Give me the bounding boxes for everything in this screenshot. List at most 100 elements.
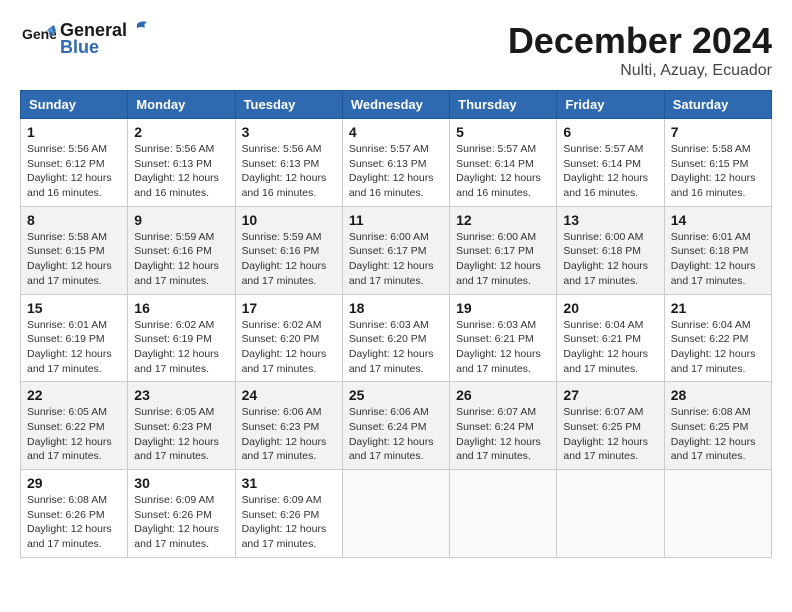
- day-info: Sunrise: 5:57 AM Sunset: 6:14 PM Dayligh…: [563, 142, 657, 201]
- day-number: 13: [563, 212, 657, 228]
- day-number: 25: [349, 387, 443, 403]
- logo-icon: General: [20, 21, 56, 57]
- day-info: Sunrise: 6:01 AM Sunset: 6:18 PM Dayligh…: [671, 230, 765, 289]
- day-number: 5: [456, 124, 550, 140]
- day-number: 8: [27, 212, 121, 228]
- calendar-cell: 10Sunrise: 5:59 AM Sunset: 6:16 PM Dayli…: [235, 206, 342, 294]
- calendar-cell: 29 Sunrise: 6:08 AM Sunset: 6:26 PM Dayli…: [21, 470, 128, 558]
- day-number: 12: [456, 212, 550, 228]
- calendar-cell: 2 Sunrise: 5:56 AM Sunset: 6:13 PM Daylig…: [128, 119, 235, 207]
- calendar-week-row: 29 Sunrise: 6:08 AM Sunset: 6:26 PM Dayli…: [21, 470, 772, 558]
- day-number: 17: [242, 300, 336, 316]
- day-info: Sunrise: 5:58 AM Sunset: 6:15 PM Dayligh…: [671, 142, 765, 201]
- calendar-cell: [557, 470, 664, 558]
- day-number: 28: [671, 387, 765, 403]
- calendar-cell: 16 Sunrise: 6:02 AM Sunset: 6:19 PM Dayli…: [128, 294, 235, 382]
- day-info: Sunrise: 6:00 AM Sunset: 6:17 PM Dayligh…: [349, 230, 443, 289]
- calendar-cell: 6 Sunrise: 5:57 AM Sunset: 6:14 PM Daylig…: [557, 119, 664, 207]
- calendar-header-row: SundayMondayTuesdayWednesdayThursdayFrid…: [21, 91, 772, 119]
- day-info: Sunrise: 6:02 AM Sunset: 6:20 PM Dayligh…: [242, 318, 336, 377]
- page-header: General General Blue December 2024 Nulti…: [20, 20, 772, 80]
- column-header-sunday: Sunday: [21, 91, 128, 119]
- day-number: 6: [563, 124, 657, 140]
- logo: General General Blue: [20, 20, 149, 58]
- day-info: Sunrise: 6:00 AM Sunset: 6:17 PM Dayligh…: [456, 230, 550, 289]
- day-number: 15: [27, 300, 121, 316]
- column-header-wednesday: Wednesday: [342, 91, 449, 119]
- calendar-cell: 21Sunrise: 6:04 AM Sunset: 6:22 PM Dayli…: [664, 294, 771, 382]
- calendar-cell: 15 Sunrise: 6:01 AM Sunset: 6:19 PM Dayli…: [21, 294, 128, 382]
- calendar-cell: 11 Sunrise: 6:00 AM Sunset: 6:17 PM Dayli…: [342, 206, 449, 294]
- calendar-table: SundayMondayTuesdayWednesdayThursdayFrid…: [20, 90, 772, 558]
- day-info: Sunrise: 6:06 AM Sunset: 6:24 PM Dayligh…: [349, 405, 443, 464]
- day-number: 1: [27, 124, 121, 140]
- calendar-cell: 8 Sunrise: 5:58 AM Sunset: 6:15 PM Daylig…: [21, 206, 128, 294]
- location-title: Nulti, Azuay, Ecuador: [508, 62, 772, 80]
- day-info: Sunrise: 5:57 AM Sunset: 6:14 PM Dayligh…: [456, 142, 550, 201]
- calendar-week-row: 22 Sunrise: 6:05 AM Sunset: 6:22 PM Dayli…: [21, 382, 772, 470]
- calendar-cell: 4 Sunrise: 5:57 AM Sunset: 6:13 PM Daylig…: [342, 119, 449, 207]
- calendar-cell: [664, 470, 771, 558]
- day-number: 9: [134, 212, 228, 228]
- day-number: 14: [671, 212, 765, 228]
- day-info: Sunrise: 6:05 AM Sunset: 6:22 PM Dayligh…: [27, 405, 121, 464]
- calendar-cell: 23Sunrise: 6:05 AM Sunset: 6:23 PM Dayli…: [128, 382, 235, 470]
- calendar-cell: 12 Sunrise: 6:00 AM Sunset: 6:17 PM Dayli…: [450, 206, 557, 294]
- day-info: Sunrise: 5:57 AM Sunset: 6:13 PM Dayligh…: [349, 142, 443, 201]
- day-number: 19: [456, 300, 550, 316]
- day-info: Sunrise: 6:07 AM Sunset: 6:25 PM Dayligh…: [563, 405, 657, 464]
- day-number: 30: [134, 475, 228, 491]
- day-info: Sunrise: 6:04 AM Sunset: 6:22 PM Dayligh…: [671, 318, 765, 377]
- calendar-week-row: 15 Sunrise: 6:01 AM Sunset: 6:19 PM Dayli…: [21, 294, 772, 382]
- column-header-friday: Friday: [557, 91, 664, 119]
- calendar-cell: 25 Sunrise: 6:06 AM Sunset: 6:24 PM Dayli…: [342, 382, 449, 470]
- day-info: Sunrise: 5:58 AM Sunset: 6:15 PM Dayligh…: [27, 230, 121, 289]
- calendar-cell: 13 Sunrise: 6:00 AM Sunset: 6:18 PM Dayli…: [557, 206, 664, 294]
- day-number: 7: [671, 124, 765, 140]
- day-number: 2: [134, 124, 228, 140]
- calendar-cell: 3Sunrise: 5:56 AM Sunset: 6:13 PM Daylig…: [235, 119, 342, 207]
- calendar-cell: 30 Sunrise: 6:09 AM Sunset: 6:26 PM Dayli…: [128, 470, 235, 558]
- day-number: 27: [563, 387, 657, 403]
- day-number: 22: [27, 387, 121, 403]
- day-info: Sunrise: 5:56 AM Sunset: 6:13 PM Dayligh…: [134, 142, 228, 201]
- day-info: Sunrise: 6:01 AM Sunset: 6:19 PM Dayligh…: [27, 318, 121, 377]
- day-number: 11: [349, 212, 443, 228]
- calendar-cell: 24Sunrise: 6:06 AM Sunset: 6:23 PM Dayli…: [235, 382, 342, 470]
- day-number: 16: [134, 300, 228, 316]
- calendar-week-row: 1 Sunrise: 5:56 AM Sunset: 6:12 PM Daylig…: [21, 119, 772, 207]
- calendar-cell: 1 Sunrise: 5:56 AM Sunset: 6:12 PM Daylig…: [21, 119, 128, 207]
- day-info: Sunrise: 6:02 AM Sunset: 6:19 PM Dayligh…: [134, 318, 228, 377]
- logo-bird-icon: [129, 20, 149, 36]
- calendar-cell: 28 Sunrise: 6:08 AM Sunset: 6:25 PM Dayli…: [664, 382, 771, 470]
- day-info: Sunrise: 5:59 AM Sunset: 6:16 PM Dayligh…: [134, 230, 228, 289]
- calendar-cell: 7 Sunrise: 5:58 AM Sunset: 6:15 PM Daylig…: [664, 119, 771, 207]
- day-number: 31: [242, 475, 336, 491]
- calendar-cell: 5 Sunrise: 5:57 AM Sunset: 6:14 PM Daylig…: [450, 119, 557, 207]
- calendar-cell: 22 Sunrise: 6:05 AM Sunset: 6:22 PM Dayli…: [21, 382, 128, 470]
- day-number: 4: [349, 124, 443, 140]
- calendar-cell: 27 Sunrise: 6:07 AM Sunset: 6:25 PM Dayli…: [557, 382, 664, 470]
- column-header-saturday: Saturday: [664, 91, 771, 119]
- calendar-cell: [342, 470, 449, 558]
- day-number: 24: [242, 387, 336, 403]
- calendar-cell: 17 Sunrise: 6:02 AM Sunset: 6:20 PM Dayli…: [235, 294, 342, 382]
- column-header-thursday: Thursday: [450, 91, 557, 119]
- day-number: 29: [27, 475, 121, 491]
- day-info: Sunrise: 6:00 AM Sunset: 6:18 PM Dayligh…: [563, 230, 657, 289]
- day-info: Sunrise: 6:03 AM Sunset: 6:20 PM Dayligh…: [349, 318, 443, 377]
- column-header-monday: Monday: [128, 91, 235, 119]
- day-info: Sunrise: 5:56 AM Sunset: 6:12 PM Dayligh…: [27, 142, 121, 201]
- calendar-cell: 14 Sunrise: 6:01 AM Sunset: 6:18 PM Dayli…: [664, 206, 771, 294]
- day-info: Sunrise: 6:08 AM Sunset: 6:25 PM Dayligh…: [671, 405, 765, 464]
- day-info: Sunrise: 6:09 AM Sunset: 6:26 PM Dayligh…: [134, 493, 228, 552]
- day-info: Sunrise: 5:56 AM Sunset: 6:13 PM Dayligh…: [242, 142, 336, 201]
- calendar-cell: 20Sunrise: 6:04 AM Sunset: 6:21 PM Dayli…: [557, 294, 664, 382]
- day-number: 10: [242, 212, 336, 228]
- day-info: Sunrise: 6:03 AM Sunset: 6:21 PM Dayligh…: [456, 318, 550, 377]
- day-number: 26: [456, 387, 550, 403]
- day-info: Sunrise: 6:07 AM Sunset: 6:24 PM Dayligh…: [456, 405, 550, 464]
- day-number: 18: [349, 300, 443, 316]
- day-info: Sunrise: 6:08 AM Sunset: 6:26 PM Dayligh…: [27, 493, 121, 552]
- month-title: December 2024: [508, 20, 772, 62]
